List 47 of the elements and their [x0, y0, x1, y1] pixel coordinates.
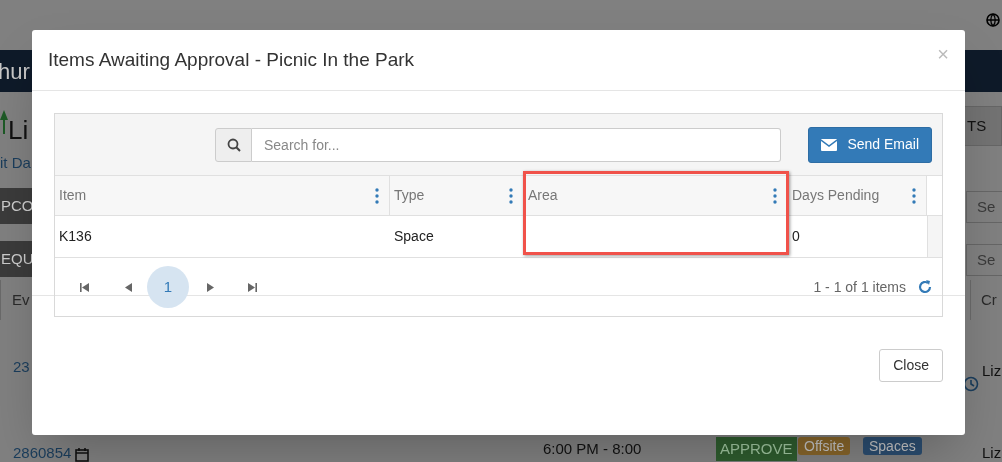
triangle-left-icon [124, 282, 132, 292]
logo-text: Li [8, 114, 29, 147]
envelope-icon [821, 138, 838, 151]
section-tab[interactable]: EQU [0, 241, 32, 277]
page-button[interactable]: 1 [147, 266, 189, 308]
table-cell-text: 0 [791, 227, 801, 246]
close-button[interactable]: × [937, 44, 949, 64]
search-icon [226, 137, 241, 152]
send-email-button[interactable]: Send Email [808, 126, 932, 163]
dashboard-link[interactable]: it Da [0, 152, 31, 175]
section-tab[interactable]: PCO [0, 188, 32, 224]
creator-name: Liz [982, 361, 1002, 381]
event-id-link[interactable]: 23 [13, 356, 30, 379]
search-field[interactable]: Search for... [252, 127, 781, 162]
kebab-menu-icon[interactable] [773, 187, 777, 204]
kebab-menu-icon[interactable] [912, 187, 916, 204]
skip-start-icon [79, 282, 89, 292]
category-tag: Spaces [863, 437, 922, 455]
column-header: Type [390, 176, 524, 215]
column-header: Cr [970, 280, 1002, 320]
column-header: Area [524, 176, 788, 215]
globe-icon [986, 13, 1000, 27]
pager-summary: 1 - 1 of 1 items [813, 277, 906, 297]
first-page-button[interactable] [77, 280, 91, 294]
calendar-icon [75, 448, 89, 462]
category-tag: Offsite [798, 437, 851, 455]
kebab-menu-icon[interactable] [375, 187, 379, 204]
event-id-link[interactable]: 2860854 [13, 442, 72, 462]
kebab-menu-icon[interactable] [509, 187, 513, 204]
approve-button[interactable]: APPROVE [716, 437, 797, 461]
refresh-button[interactable] [916, 278, 934, 296]
search-field[interactable]: Se [966, 191, 1002, 223]
brand-name: hur [0, 57, 30, 86]
column-header: Item [55, 176, 390, 215]
table-cell-text: 6:00 PM - 8:00 [543, 439, 642, 459]
table-cell-text: K136 [58, 227, 93, 246]
triangle-right-icon [206, 282, 214, 292]
skip-end-icon [247, 282, 257, 292]
toolbar-button[interactable]: TS [964, 106, 1002, 146]
refresh-icon [917, 279, 933, 295]
last-page-button[interactable] [245, 280, 259, 294]
close-button[interactable]: Close [879, 349, 943, 382]
search-field[interactable]: Se [966, 244, 1002, 276]
clock-icon [963, 376, 979, 392]
creator-name: Liz [982, 443, 1002, 462]
dialog-title: Items Awaiting Approval - Picnic In the Park [48, 47, 415, 72]
table-cell-text: Space [393, 227, 435, 246]
